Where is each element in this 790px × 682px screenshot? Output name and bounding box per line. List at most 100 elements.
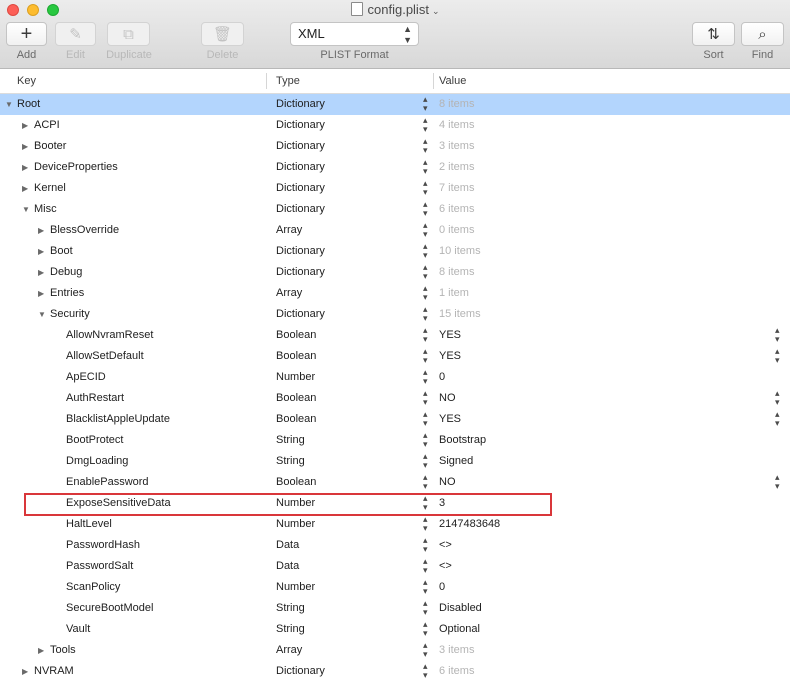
- disclosure-closed-icon[interactable]: ▶: [38, 220, 50, 241]
- type-stepper-icon[interactable]: ▴ ▾: [423, 136, 428, 155]
- table-row[interactable]: ▶ Entries Array ▴ ▾ 1 item: [0, 283, 790, 304]
- disclosure-closed-icon[interactable]: ▶: [22, 136, 34, 157]
- window-title[interactable]: config.plist ⌄: [0, 1, 790, 19]
- table-row[interactable]: ▶ Tools Array ▴ ▾ 3 items: [0, 640, 790, 661]
- column-divider[interactable]: [266, 73, 267, 89]
- type-stepper-icon[interactable]: ▴ ▾: [423, 535, 428, 554]
- value-stepper-icon[interactable]: ▴ ▾: [775, 409, 780, 428]
- column-header-type[interactable]: Type: [276, 69, 300, 93]
- table-row[interactable]: ApECID Number ▴ ▾ 0: [0, 367, 790, 388]
- type-stepper-icon[interactable]: ▴ ▾: [423, 472, 428, 491]
- type-stepper-icon[interactable]: ▴ ▾: [423, 94, 428, 113]
- disclosure-closed-icon[interactable]: ▶: [38, 241, 50, 262]
- table-row[interactable]: ▶ Booter Dictionary ▴ ▾ 3 items: [0, 136, 790, 157]
- table-row[interactable]: ▶ DeviceProperties Dictionary ▴ ▾ 2 items: [0, 157, 790, 178]
- type-stepper-icon[interactable]: ▴ ▾: [423, 661, 428, 680]
- edit-button[interactable]: ✎: [55, 22, 96, 46]
- duplicate-button[interactable]: ⧉: [107, 22, 150, 46]
- type-stepper-icon[interactable]: ▴ ▾: [423, 598, 428, 617]
- type-stepper-icon[interactable]: ▴ ▾: [423, 388, 428, 407]
- table-row[interactable]: ▶ BlessOverride Array ▴ ▾ 0 items: [0, 220, 790, 241]
- disclosure-closed-icon[interactable]: ▶: [38, 283, 50, 304]
- value-cell[interactable]: YES: [439, 409, 461, 430]
- type-stepper-icon[interactable]: ▴ ▾: [423, 493, 428, 512]
- type-stepper-icon[interactable]: ▴ ▾: [423, 451, 428, 470]
- table-row[interactable]: ▶ Boot Dictionary ▴ ▾ 10 items: [0, 241, 790, 262]
- table-row[interactable]: ExposeSensitiveData Number ▴ ▾ 3: [0, 493, 790, 514]
- value-cell[interactable]: 0: [439, 577, 445, 598]
- table-row[interactable]: HaltLevel Number ▴ ▾ 2147483648: [0, 514, 790, 535]
- table-row[interactable]: SecureBootModel String ▴ ▾ Disabled: [0, 598, 790, 619]
- disclosure-closed-icon[interactable]: ▶: [38, 262, 50, 283]
- column-header-key[interactable]: Key: [17, 69, 36, 93]
- value-cell[interactable]: Bootstrap: [439, 430, 486, 451]
- disclosure-open-icon[interactable]: ▼: [38, 304, 50, 325]
- value-cell[interactable]: NO: [439, 388, 456, 409]
- delete-button[interactable]: 🗑: [201, 22, 244, 46]
- value-stepper-icon[interactable]: ▴ ▾: [775, 472, 780, 491]
- type-stepper-icon[interactable]: ▴ ▾: [423, 556, 428, 575]
- table-row[interactable]: AllowNvramReset Boolean ▴ ▾ YES ▴ ▾: [0, 325, 790, 346]
- plist-format-select[interactable]: XML ▲ ▼: [290, 22, 419, 46]
- type-stepper-icon[interactable]: ▴ ▾: [423, 577, 428, 596]
- type-stepper-icon[interactable]: ▴ ▾: [423, 619, 428, 638]
- table-row[interactable]: ▼ Root Dictionary ▴ ▾ 8 items: [0, 94, 790, 115]
- table-row[interactable]: EnablePassword Boolean ▴ ▾ NO ▴ ▾: [0, 472, 790, 493]
- type-stepper-icon[interactable]: ▴ ▾: [423, 262, 428, 281]
- type-stepper-icon[interactable]: ▴ ▾: [423, 325, 428, 344]
- disclosure-open-icon[interactable]: ▼: [5, 94, 17, 115]
- type-stepper-icon[interactable]: ▴ ▾: [423, 346, 428, 365]
- add-button[interactable]: +: [6, 22, 47, 46]
- type-stepper-icon[interactable]: ▴ ▾: [423, 178, 428, 197]
- value-cell[interactable]: 3: [439, 493, 445, 514]
- table-row[interactable]: ▶ Kernel Dictionary ▴ ▾ 7 items: [0, 178, 790, 199]
- value-cell[interactable]: Disabled: [439, 598, 482, 619]
- type-stepper-icon[interactable]: ▴ ▾: [423, 199, 428, 218]
- column-header-value[interactable]: Value: [439, 69, 466, 93]
- table-row[interactable]: ▶ Debug Dictionary ▴ ▾ 8 items: [0, 262, 790, 283]
- table-row[interactable]: ▼ Misc Dictionary ▴ ▾ 6 items: [0, 199, 790, 220]
- table-row[interactable]: PasswordHash Data ▴ ▾ <>: [0, 535, 790, 556]
- value-cell[interactable]: NO: [439, 472, 456, 493]
- value-cell[interactable]: Signed: [439, 451, 473, 472]
- value-stepper-icon[interactable]: ▴ ▾: [775, 325, 780, 344]
- value-cell[interactable]: 2147483648: [439, 514, 500, 535]
- table-row[interactable]: AllowSetDefault Boolean ▴ ▾ YES ▴ ▾: [0, 346, 790, 367]
- disclosure-closed-icon[interactable]: ▶: [22, 115, 34, 136]
- value-cell[interactable]: <>: [439, 535, 452, 556]
- table-row[interactable]: ▶ ACPI Dictionary ▴ ▾ 4 items: [0, 115, 790, 136]
- disclosure-closed-icon[interactable]: ▶: [22, 661, 34, 682]
- find-button[interactable]: ⌕: [741, 22, 784, 46]
- disclosure-closed-icon[interactable]: ▶: [38, 640, 50, 661]
- table-row[interactable]: Vault String ▴ ▾ Optional: [0, 619, 790, 640]
- value-cell[interactable]: Optional: [439, 619, 480, 640]
- value-cell[interactable]: YES: [439, 346, 461, 367]
- table-row[interactable]: ScanPolicy Number ▴ ▾ 0: [0, 577, 790, 598]
- disclosure-open-icon[interactable]: ▼: [22, 199, 34, 220]
- value-stepper-icon[interactable]: ▴ ▾: [775, 388, 780, 407]
- table-row[interactable]: ▼ Security Dictionary ▴ ▾ 15 items: [0, 304, 790, 325]
- type-stepper-icon[interactable]: ▴ ▾: [423, 514, 428, 533]
- column-divider[interactable]: [433, 73, 434, 89]
- value-stepper-icon[interactable]: ▴ ▾: [775, 346, 780, 365]
- disclosure-closed-icon[interactable]: ▶: [22, 178, 34, 199]
- type-stepper-icon[interactable]: ▴ ▾: [423, 220, 428, 239]
- table-row[interactable]: AuthRestart Boolean ▴ ▾ NO ▴ ▾: [0, 388, 790, 409]
- value-cell[interactable]: 0: [439, 367, 445, 388]
- table-row[interactable]: BootProtect String ▴ ▾ Bootstrap: [0, 430, 790, 451]
- type-stepper-icon[interactable]: ▴ ▾: [423, 115, 428, 134]
- type-stepper-icon[interactable]: ▴ ▾: [423, 430, 428, 449]
- value-cell[interactable]: <>: [439, 556, 452, 577]
- value-cell[interactable]: YES: [439, 325, 461, 346]
- type-stepper-icon[interactable]: ▴ ▾: [423, 409, 428, 428]
- type-stepper-icon[interactable]: ▴ ▾: [423, 241, 428, 260]
- type-stepper-icon[interactable]: ▴ ▾: [423, 304, 428, 323]
- type-stepper-icon[interactable]: ▴ ▾: [423, 367, 428, 386]
- sort-button[interactable]: ⇅: [692, 22, 735, 46]
- type-stepper-icon[interactable]: ▴ ▾: [423, 157, 428, 176]
- table-row[interactable]: PasswordSalt Data ▴ ▾ <>: [0, 556, 790, 577]
- disclosure-closed-icon[interactable]: ▶: [22, 157, 34, 178]
- type-stepper-icon[interactable]: ▴ ▾: [423, 640, 428, 659]
- table-row[interactable]: BlacklistAppleUpdate Boolean ▴ ▾ YES ▴ ▾: [0, 409, 790, 430]
- table-row[interactable]: ▶ NVRAM Dictionary ▴ ▾ 6 items: [0, 661, 790, 682]
